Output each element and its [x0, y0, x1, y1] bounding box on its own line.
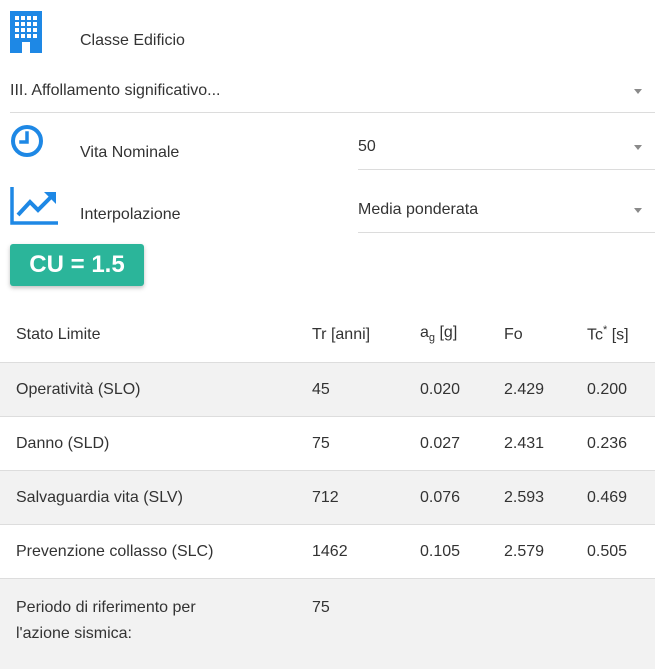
header-tr: Tr [anni]	[312, 307, 420, 363]
cell-state: Salvaguardia vita (SLV)	[0, 471, 312, 525]
cell-fo: 2.579	[504, 525, 587, 579]
cell-tc: 0.200	[587, 363, 655, 417]
header-state: Stato Limite	[0, 307, 312, 363]
cell-tc: 0.469	[587, 471, 655, 525]
header-ag-unit: [g]	[435, 324, 457, 341]
table-header-row: Stato Limite Tr [anni] ag [g] Fo Tc* [s]	[0, 307, 655, 363]
header-fo: Fo	[504, 307, 587, 363]
building-class-value: III. Affollamento significativo...	[10, 82, 220, 100]
cell-fo: 2.431	[504, 417, 587, 471]
cell-tc: 0.236	[587, 417, 655, 471]
interpolation-value: Media ponderata	[358, 201, 478, 219]
cell-tc: 0.505	[587, 525, 655, 579]
header-ag-main: a	[420, 324, 429, 341]
table-row: Prevenzione collasso (SLC) 1462 0.105 2.…	[0, 525, 655, 579]
cell-tr: 45	[312, 363, 420, 417]
chevron-down-icon	[634, 89, 642, 94]
select-underline	[358, 169, 655, 170]
building-class-label: Classe Edificio	[80, 32, 185, 50]
building-icon	[10, 11, 42, 53]
nominal-life-value: 50	[358, 138, 376, 156]
header-tc-unit: [s]	[607, 327, 628, 344]
cell-ag: 0.076	[420, 471, 504, 525]
header-tc-main: Tc	[587, 327, 603, 344]
nominal-life-label: Vita Nominale	[80, 144, 179, 162]
table-row: Salvaguardia vita (SLV) 712 0.076 2.593 …	[0, 471, 655, 525]
reference-period-row: Periodo di riferimento per l'azione sism…	[0, 579, 655, 669]
interpolation-label: Interpolazione	[80, 206, 181, 224]
cell-fo: 2.429	[504, 363, 587, 417]
clock-icon	[10, 124, 44, 158]
cell-ag: 0.105	[420, 525, 504, 579]
chevron-down-icon	[634, 145, 642, 150]
table-row: Operatività (SLO) 45 0.020 2.429 0.200	[0, 363, 655, 417]
cell-ag: 0.020	[420, 363, 504, 417]
cell-state: Danno (SLD)	[0, 417, 312, 471]
cell-tr: 75	[312, 417, 420, 471]
cell-ag: 0.027	[420, 417, 504, 471]
cell-state: Prevenzione collasso (SLC)	[0, 525, 312, 579]
cell-state: Operatività (SLO)	[0, 363, 312, 417]
table-row: Danno (SLD) 75 0.027 2.431 0.236	[0, 417, 655, 471]
cu-badge: CU = 1.5	[10, 244, 144, 286]
header-tc: Tc* [s]	[587, 307, 655, 363]
chevron-down-icon	[634, 208, 642, 213]
reference-period-value: 75	[312, 579, 420, 669]
seismic-parameters-table: Stato Limite Tr [anni] ag [g] Fo Tc* [s]…	[0, 307, 655, 669]
header-ag: ag [g]	[420, 307, 504, 363]
cell-fo: 2.593	[504, 471, 587, 525]
trending-up-icon	[10, 187, 58, 225]
reference-period-text: Periodo di riferimento per l'azione sism…	[16, 595, 246, 647]
select-underline	[358, 232, 655, 233]
select-underline	[10, 112, 655, 113]
cell-tr: 1462	[312, 525, 420, 579]
reference-period-label: Periodo di riferimento per l'azione sism…	[0, 579, 312, 669]
cell-tr: 712	[312, 471, 420, 525]
